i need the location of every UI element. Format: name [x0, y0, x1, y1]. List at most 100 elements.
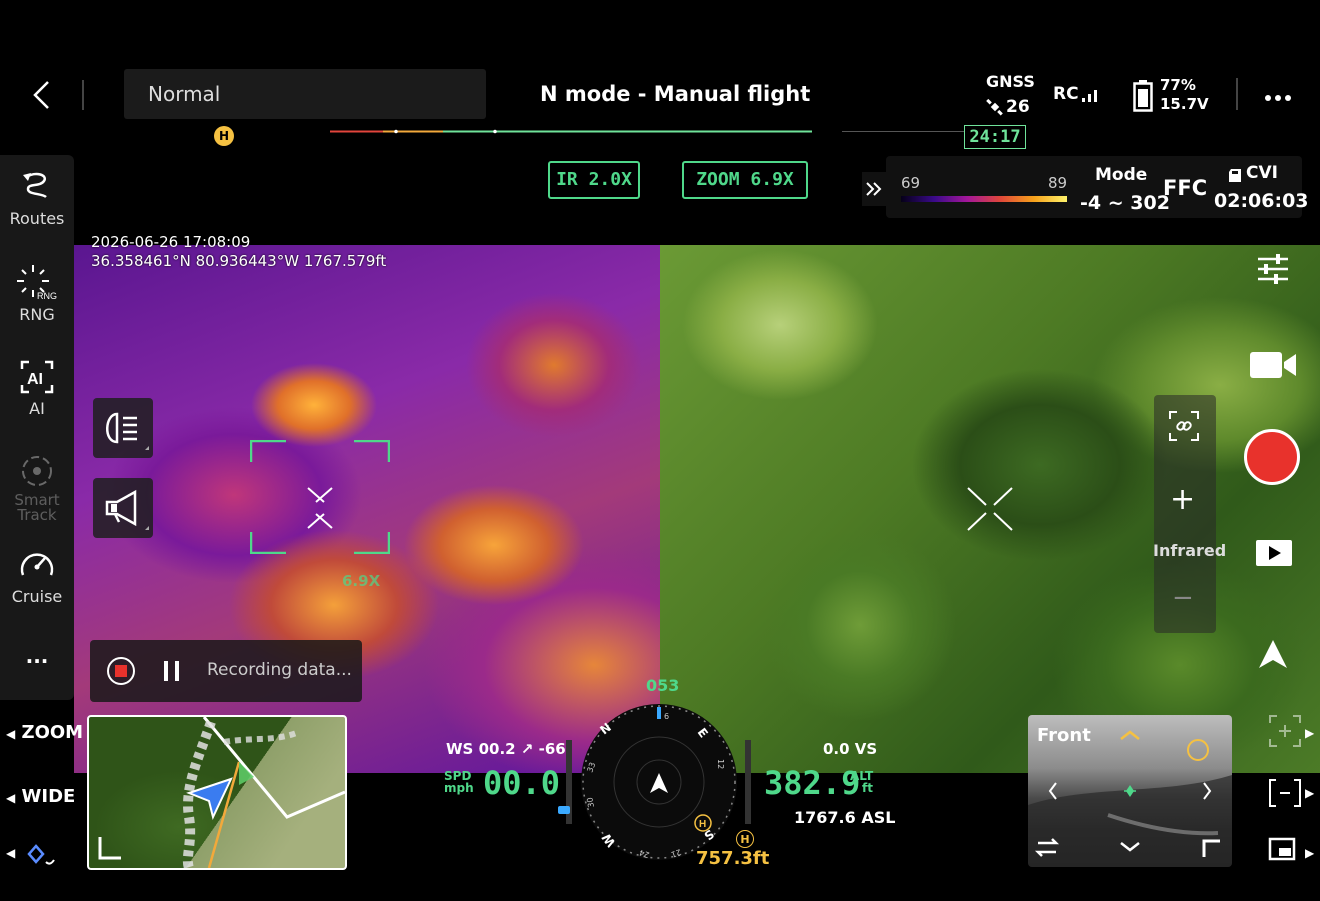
- sidebar-item-label: Cruise: [11, 587, 63, 606]
- stop-recording-button[interactable]: [106, 656, 136, 690]
- sidebar-item-rng[interactable]: RNG RNG: [0, 263, 74, 324]
- recording-remaining-time: 02:06:03: [1214, 190, 1309, 212]
- altitude-label: ALT ft: [850, 770, 873, 794]
- sidebar-item-smart-track[interactable]: Smart Track: [0, 453, 74, 523]
- zoom-lens-button[interactable]: ◀ ZOOM: [6, 722, 83, 743]
- link-zoom-button[interactable]: [1168, 410, 1200, 446]
- home-distance: 757.3ft: [696, 848, 770, 869]
- vertical-speed: 0.0 VS: [823, 740, 878, 758]
- focus-frame-icon: [1269, 715, 1301, 747]
- expand-panel-button[interactable]: [862, 172, 886, 206]
- altitude-value: 382.9: [764, 764, 861, 802]
- rc-label: RC: [1053, 84, 1079, 104]
- picture-in-picture-button[interactable]: [1268, 836, 1298, 868]
- speed-label-unit: mph: [444, 781, 474, 795]
- signal-bars-icon: [1082, 86, 1102, 106]
- playback-button[interactable]: [1254, 538, 1294, 572]
- navigation-arrow-icon: [1257, 638, 1289, 676]
- sliders-icon: [1258, 254, 1288, 284]
- expand-right-icon: ▶: [1305, 726, 1315, 740]
- ffc-button[interactable]: FFC: [1163, 176, 1207, 200]
- more-options-button[interactable]: [1264, 84, 1292, 109]
- infrared-label: Infrared: [1153, 541, 1227, 560]
- sidebar-item-label: Smart Track: [14, 491, 60, 524]
- link-zoom-icon: [1169, 411, 1199, 441]
- expand-map-button[interactable]: [97, 835, 123, 865]
- feed-timestamp: 2026-06-26 17:08:09 36.358461°N 80.93644…: [91, 233, 386, 271]
- caret-left-icon: ◀: [6, 846, 16, 860]
- sidebar-more-button[interactable]: ···: [0, 649, 74, 673]
- corner-expand-icon: [98, 837, 121, 860]
- play-icon: [1256, 540, 1292, 566]
- gnss-satellite-count: 26: [1006, 97, 1030, 117]
- camera-zoom-badge[interactable]: ZOOM 6.9X: [682, 161, 808, 199]
- zoom-in-button[interactable]: +: [1170, 482, 1195, 517]
- svg-text:H: H: [699, 819, 706, 830]
- flight-battery-timeline: [330, 129, 990, 134]
- ir-lens-button[interactable]: [26, 842, 56, 874]
- ai-badge-text: AI: [27, 371, 43, 388]
- minimap-overlay: [182, 717, 345, 868]
- sidebar-item-cruise[interactable]: Cruise: [0, 547, 74, 606]
- megaphone-icon: [105, 489, 149, 530]
- left-sidebar: Routes RNG RNG AI AI Smart Track Cruise …: [0, 155, 74, 700]
- temp-min: 69: [901, 174, 921, 192]
- back-button[interactable]: [22, 78, 62, 112]
- compass-tick-6: 6: [664, 712, 669, 721]
- sidebar-item-label: AI: [29, 399, 45, 418]
- minimize-view-button[interactable]: [1268, 778, 1302, 812]
- spotlight-button[interactable]: [93, 398, 153, 458]
- routes-icon: [23, 172, 47, 199]
- feed-datetime: 2026-06-26 17:08:09: [91, 233, 251, 251]
- double-chevron-right-icon: [866, 182, 882, 196]
- ir-zoom-badge[interactable]: IR 2.0X: [548, 161, 640, 199]
- wind-speed: WS 00.2 ↗ -66°: [446, 740, 574, 758]
- flight-mode-title: N mode - Manual flight: [540, 82, 811, 106]
- chevron-left-icon: [33, 81, 49, 109]
- zoom-lens-label: ZOOM: [21, 722, 84, 743]
- battery-icon: [1133, 80, 1153, 116]
- speedometer-icon: [20, 553, 54, 576]
- gnss-label: GNSS: [986, 72, 1035, 91]
- video-mode-button[interactable]: [1248, 348, 1298, 386]
- wide-lens-button[interactable]: ◀ WIDE: [6, 786, 75, 807]
- sidebar-item-label: RNG: [19, 305, 55, 324]
- smart-track-icon: [22, 456, 52, 486]
- thermal-palette-bar[interactable]: [901, 196, 1067, 202]
- zoom-out-button[interactable]: −: [1172, 583, 1194, 613]
- record-button[interactable]: [1244, 429, 1300, 485]
- rng-badge-text: RNG: [37, 291, 57, 301]
- minimap[interactable]: [87, 715, 347, 870]
- diamond-icon: [27, 844, 55, 865]
- stop-record-icon: [107, 657, 135, 685]
- speaker-button[interactable]: [93, 478, 153, 538]
- caret-left-icon: ◀: [6, 727, 16, 741]
- sidebar-item-ai[interactable]: AI AI: [0, 359, 74, 418]
- pause-icon: [164, 661, 179, 681]
- compass-tick-30: 30: [585, 797, 596, 809]
- compass-attitude-indicator: N E S W 6 12 21 24 30 33 H: [581, 704, 737, 860]
- home-point-marker-icon: H: [214, 126, 234, 146]
- focus-frame-button[interactable]: [1268, 714, 1302, 752]
- camera-settings-button[interactable]: [1256, 252, 1290, 290]
- flight-time-remaining: 24:17: [964, 125, 1026, 149]
- recording-status: Recording data...: [207, 660, 352, 680]
- horizontal-speed: 00.0: [483, 764, 561, 802]
- home-point-icon: H: [736, 830, 754, 848]
- zoom-indicator: 6.9X: [342, 572, 381, 590]
- compass-tick-12: 12: [716, 759, 725, 769]
- flight-mode-selector[interactable]: Normal: [124, 69, 486, 119]
- flight-mode-selector-value: Normal: [148, 82, 221, 106]
- sd-card-icon: [1229, 167, 1241, 186]
- divider: [82, 80, 84, 110]
- thermal-mode-range[interactable]: -4 ~ 302: [1080, 192, 1170, 214]
- rng-icon: RNG: [17, 265, 57, 301]
- zoom-target-frame: [250, 440, 390, 554]
- divider: [1236, 78, 1238, 110]
- thermal-mode-label: Mode: [1095, 165, 1148, 185]
- pause-recording-button[interactable]: [160, 656, 184, 690]
- sidebar-item-routes[interactable]: Routes: [0, 169, 74, 228]
- collapse-frame-icon: [1269, 779, 1301, 807]
- feed-coordinates: 36.358461°N 80.936443°W 1767.579ft: [91, 252, 387, 270]
- altitude-scale: [745, 740, 751, 824]
